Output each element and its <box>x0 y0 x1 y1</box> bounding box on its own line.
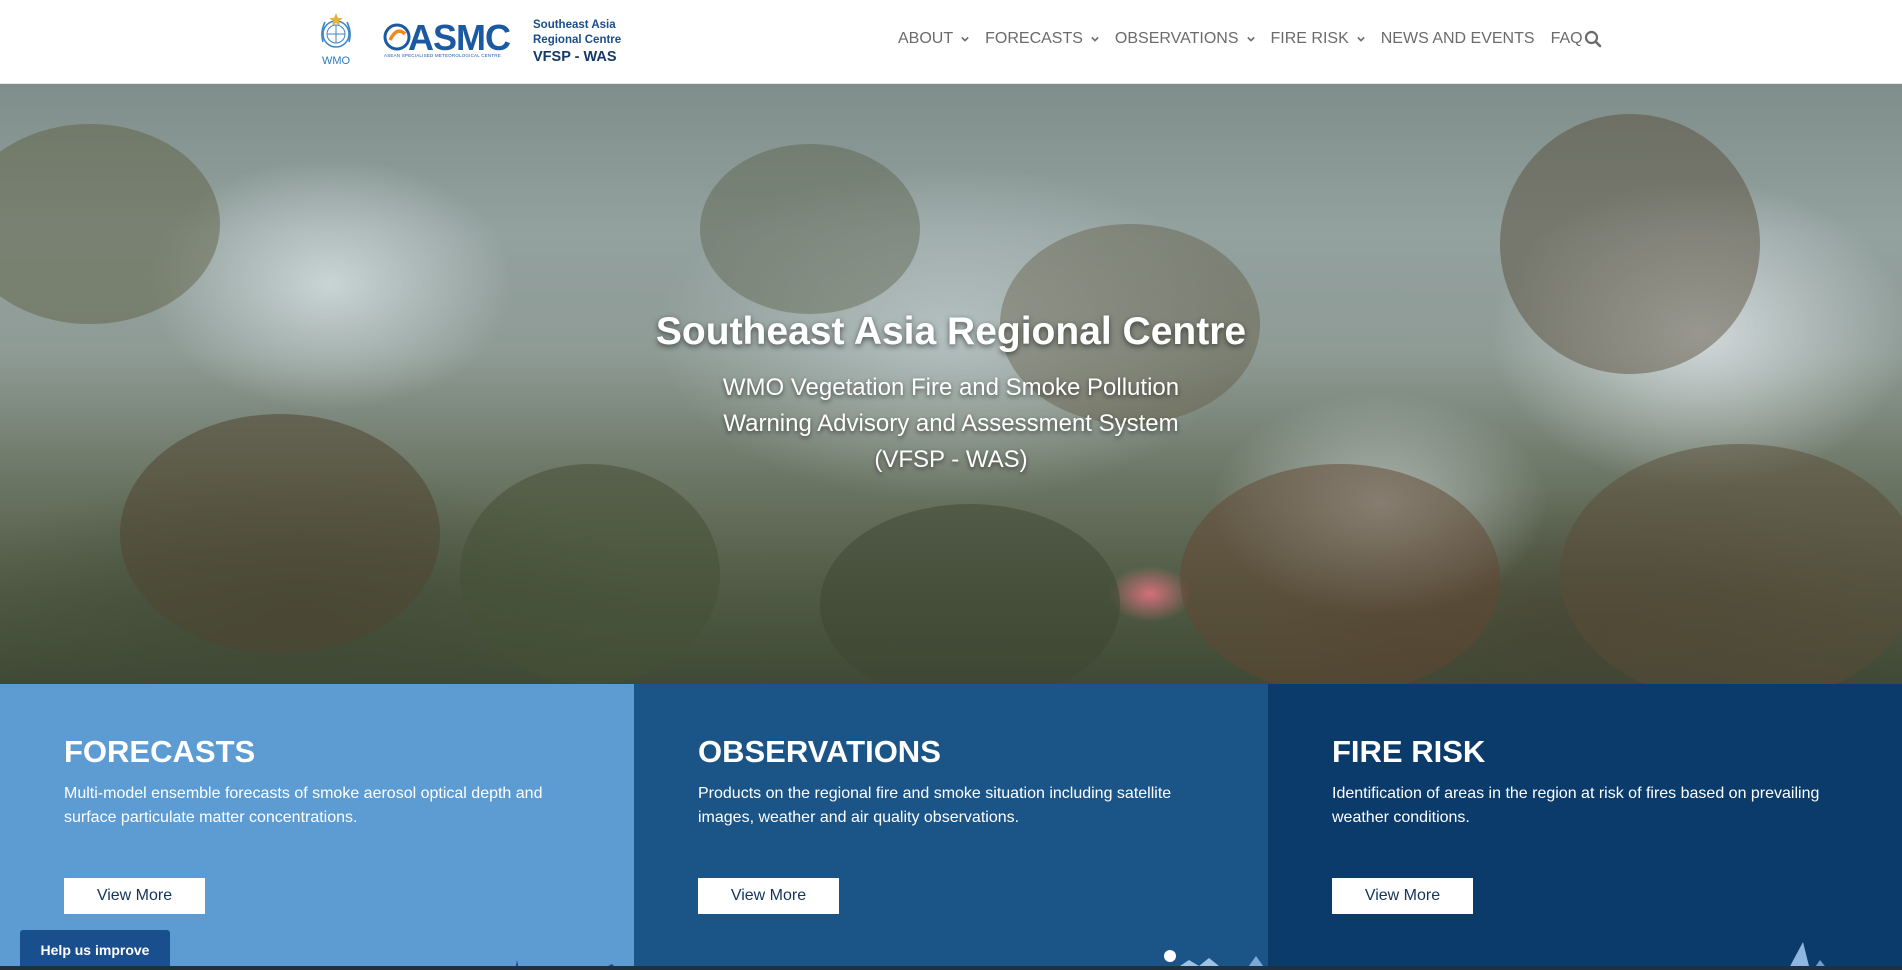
wmo-logo[interactable]: WMO <box>312 12 360 70</box>
main-nav: ABOUT FORECASTS OBSERVATIONS FIRE RISK N… <box>898 28 1599 50</box>
nav-label: FAQ <box>1550 30 1583 47</box>
nav-item-faq[interactable]: FAQ <box>1551 30 1583 48</box>
asmc-logo-subtext: ASEAN SPECIALISED METEOROLOGICAL CENTRE <box>384 53 501 58</box>
observations-view-more-button[interactable]: View More <box>698 878 839 914</box>
site-header: WMO ASMC ASEAN SPECIALISED METEOROLOGICA… <box>0 0 1902 84</box>
card-description: Multi-model ensemble forecasts of smoke … <box>64 785 543 826</box>
nav-label: FORECASTS <box>985 30 1083 47</box>
region-logo-text[interactable]: Southeast Asia Regional Centre VFSP - WA… <box>533 18 621 66</box>
observations-card: OBSERVATIONS Products on the regional fi… <box>634 684 1268 970</box>
card-title: OBSERVATIONS <box>698 734 941 769</box>
card-title: FIRE RISK <box>1332 734 1486 769</box>
nav-item-news-and-events[interactable]: NEWS AND EVENTS <box>1381 30 1535 48</box>
region-line-2: Regional Centre <box>533 34 622 46</box>
nav-item-fire-risk[interactable]: FIRE RISK <box>1271 30 1365 48</box>
card-description: Identification of areas in the region at… <box>1332 785 1820 826</box>
nav-item-forecasts[interactable]: FORECASTS <box>985 30 1099 48</box>
region-line-1: Southeast Asia <box>533 19 616 31</box>
asmc-logo-text: ASMC <box>408 17 511 58</box>
forecasts-view-more-button[interactable]: View More <box>64 878 205 914</box>
nav-label: OBSERVATIONS <box>1114 30 1239 47</box>
hero-subtitle-line-1: WMO Vegetation Fire and Smoke Pollution <box>722 374 1180 401</box>
asmc-logo[interactable]: ASMC ASEAN SPECIALISED METEOROLOGICAL CE… <box>382 18 514 62</box>
hero-subtitle: WMO Vegetation Fire and Smoke Pollution … <box>0 370 1902 478</box>
nav-label: NEWS AND EVENTS <box>1380 30 1535 47</box>
wmo-logo-text: WMO <box>321 55 351 67</box>
nav-item-observations[interactable]: OBSERVATIONS <box>1115 30 1255 48</box>
wmo-emblem-icon <box>321 13 351 48</box>
chevron-down-icon <box>1246 36 1255 42</box>
chevron-down-icon <box>961 36 969 42</box>
nav-label: ABOUT <box>898 30 954 47</box>
mountain-decoration-icon <box>1164 950 1266 970</box>
search-icon[interactable] <box>1584 30 1602 48</box>
hero-subtitle-line-2: Warning Advisory and Assessment System <box>723 410 1179 437</box>
fire-risk-view-more-button[interactable]: View More <box>1332 878 1473 914</box>
page-bottom-border <box>0 966 1902 970</box>
hero-subtitle-line-3: (VFSP - WAS) <box>874 446 1028 473</box>
nav-item-about[interactable]: ABOUT <box>898 30 969 48</box>
hero-title: Southeast Asia Regional Centre <box>655 310 1247 353</box>
fire-risk-card: FIRE RISK Identification of areas in the… <box>1268 684 1902 970</box>
nav-label: FIRE RISK <box>1270 30 1349 47</box>
card-description: Products on the regional fire and smoke … <box>698 785 1172 826</box>
card-title: FORECASTS <box>64 734 256 769</box>
chevron-down-icon <box>1091 36 1099 42</box>
help-us-improve-button[interactable]: Help us improve <box>20 930 170 970</box>
forecasts-card: FORECASTS Multi-model ensemble forecasts… <box>0 684 634 970</box>
chevron-down-icon <box>1356 36 1365 42</box>
hero-banner: Southeast Asia Regional Centre WMO Veget… <box>0 84 1902 684</box>
region-line-3: VFSP - WAS <box>533 49 617 65</box>
mountain-decoration-icon <box>1788 942 1828 970</box>
